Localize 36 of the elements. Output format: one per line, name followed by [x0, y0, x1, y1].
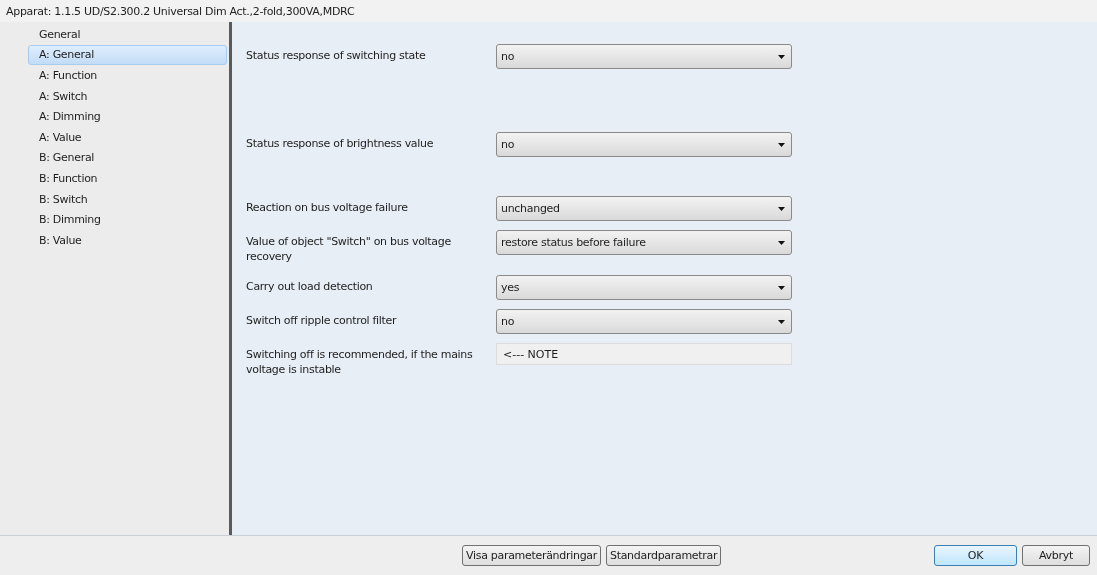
parameter-label: Status response of switching state — [246, 48, 427, 63]
footer-button[interactable]: OK — [934, 545, 1017, 566]
sidebar-item[interactable]: A: Dimming — [28, 106, 227, 127]
sidebar-item[interactable]: General — [28, 24, 227, 45]
dropdown[interactable]: unchanged — [496, 196, 792, 221]
sidebar-item[interactable]: B: Value — [28, 229, 227, 251]
sidebar-item[interactable]: B: Switch — [28, 188, 227, 210]
dropdown[interactable]: yes — [496, 275, 792, 300]
footer-button[interactable]: Visa parameterändringar — [462, 545, 601, 566]
caret-icon — [778, 206, 785, 211]
sidebar-item[interactable]: B: Dimming — [28, 209, 227, 230]
dropdown[interactable]: no — [496, 44, 792, 69]
caret-icon — [778, 285, 785, 290]
caret-icon — [778, 54, 785, 59]
sidebar-item[interactable]: A: Value — [28, 126, 227, 148]
parameter-label: Reaction on bus voltage failure — [246, 200, 409, 215]
parameter-label: Carry out load detection — [246, 279, 374, 294]
window-title: Apparat: 1.1.5 UD/S2.300.2 Universal Dim Act.,2-fold,300VA,MDRC — [6, 4, 355, 18]
dropdown[interactable]: no — [496, 309, 792, 334]
sidebar-item[interactable]: A: Switch — [28, 85, 227, 107]
caret-icon — [778, 319, 785, 324]
sidebar-item[interactable]: B: General — [28, 147, 227, 169]
footer-button[interactable]: Avbryt — [1022, 545, 1090, 566]
dropdown[interactable]: no — [496, 132, 792, 157]
sidebar-item[interactable]: A: Function — [28, 65, 227, 86]
sidebar-item[interactable]: B: Function — [28, 168, 227, 189]
parameter-label: Value of object "Switch" on bus voltage recovery — [246, 234, 452, 264]
parameter-label: Switch off ripple control filter — [246, 313, 398, 328]
note-field: <--- NOTE — [496, 343, 792, 365]
parameter-label: Switching off is recommended, if the mains voltage is instable — [246, 347, 474, 377]
sidebar-item[interactable]: A: General — [28, 44, 227, 66]
caret-icon — [778, 142, 785, 147]
caret-icon — [778, 240, 785, 245]
parameter-label: Status response of brightness value — [246, 136, 435, 151]
footer-button[interactable]: Standardparametrar — [606, 545, 722, 566]
dropdown[interactable]: restore status before failure — [496, 230, 792, 255]
